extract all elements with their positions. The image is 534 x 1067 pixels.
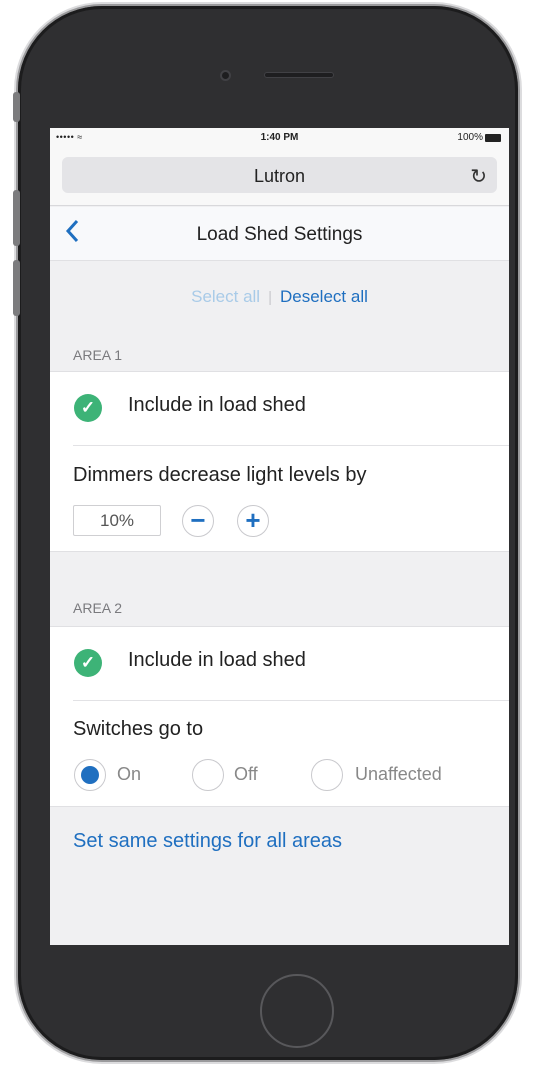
select-all-link[interactable]: Select all xyxy=(191,287,260,306)
battery-percent: 100% xyxy=(457,132,483,143)
page-title: Load Shed Settings xyxy=(196,224,363,245)
radio-on-label[interactable]: On xyxy=(117,764,141,785)
area-2-header: AREA 2 xyxy=(73,600,123,616)
battery-icon xyxy=(485,134,501,142)
earpiece-speaker xyxy=(264,72,334,78)
decrease-button[interactable]: − xyxy=(182,505,214,537)
radio-unaffected[interactable] xyxy=(311,759,343,791)
status-time: 1:40 PM xyxy=(260,132,299,143)
address-text: Lutron xyxy=(253,166,306,186)
area-2-include-label[interactable]: Include in load shed xyxy=(128,649,306,672)
reload-icon[interactable]: ↻ xyxy=(470,164,487,189)
volume-up-button xyxy=(13,190,20,246)
divider xyxy=(73,445,509,446)
area-1-include-label[interactable]: Include in load shed xyxy=(128,394,306,417)
screen: ••••• ≈ 1:40 PM 100% Lutron ↻ Load Shed … xyxy=(50,128,509,945)
radio-off-label[interactable]: Off xyxy=(234,764,258,785)
increase-button[interactable]: + xyxy=(237,505,269,537)
selection-divider: | xyxy=(268,289,272,306)
area-2-card: ✓ Include in load shed Switches go to On… xyxy=(50,626,509,807)
browser-toolbar: Lutron ↻ xyxy=(50,150,509,206)
switch-setting-label: Switches go to xyxy=(73,718,204,740)
volume-down-button xyxy=(13,260,20,316)
status-bar: ••••• ≈ 1:40 PM 100% xyxy=(50,128,509,150)
nav-bar: Load Shed Settings xyxy=(50,207,509,261)
radio-unaffected-label[interactable]: Unaffected xyxy=(355,764,442,785)
divider xyxy=(73,700,509,701)
set-same-settings-link[interactable]: Set same settings for all areas xyxy=(73,830,342,853)
selection-bar: Select all | Deselect all xyxy=(50,287,509,307)
decrease-percent-field[interactable]: 10% xyxy=(73,505,161,536)
area-1-card: ✓ Include in load shed Dimmers decrease … xyxy=(50,371,509,552)
checkmark-icon[interactable]: ✓ xyxy=(74,394,102,422)
radio-on[interactable] xyxy=(74,759,106,791)
area-1-header: AREA 1 xyxy=(73,347,123,363)
checkmark-icon[interactable]: ✓ xyxy=(74,649,102,677)
address-bar[interactable]: Lutron ↻ xyxy=(62,157,497,193)
home-button[interactable] xyxy=(260,974,334,1048)
front-camera xyxy=(220,70,231,81)
mute-switch xyxy=(13,92,20,122)
dimmer-setting-label: Dimmers decrease light levels by xyxy=(73,464,367,486)
radio-off[interactable] xyxy=(192,759,224,791)
deselect-all-link[interactable]: Deselect all xyxy=(280,287,368,306)
